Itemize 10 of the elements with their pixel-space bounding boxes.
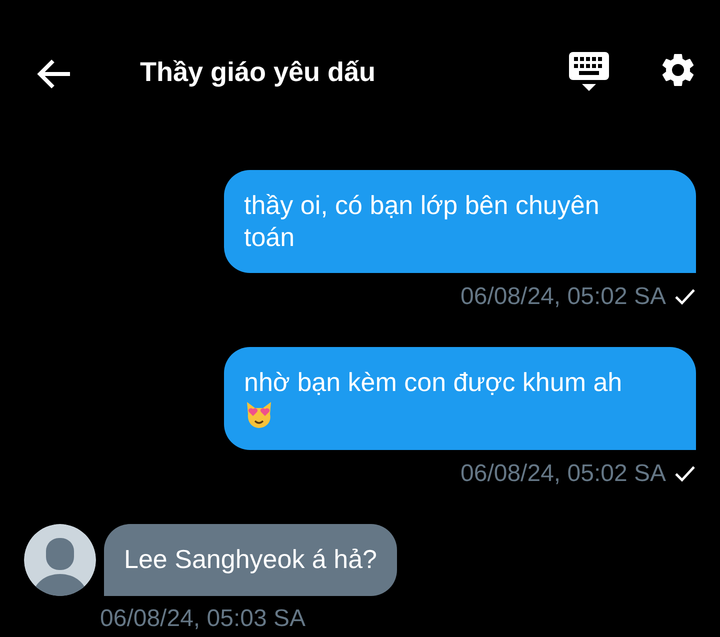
- message-text: Lee Sanghyeok á hả?: [124, 544, 377, 574]
- message-timestamp: 06/08/24, 05:02 SA: [460, 282, 666, 312]
- message-timestamp: 06/08/24, 05:02 SA: [460, 459, 666, 489]
- message-text: thầy oi, có bạn lớp bên chuyên toán: [244, 190, 600, 252]
- message-timestamp: 06/08/24, 05:03 SA: [100, 604, 306, 634]
- back-button[interactable]: [36, 58, 72, 90]
- chat-title: Thầy giáo yêu dấu: [140, 56, 376, 89]
- keyboard-icon[interactable]: [568, 50, 610, 92]
- avatar-icon: [24, 524, 96, 596]
- message-text: nhờ bạn kèm con được khum ah: [244, 367, 622, 397]
